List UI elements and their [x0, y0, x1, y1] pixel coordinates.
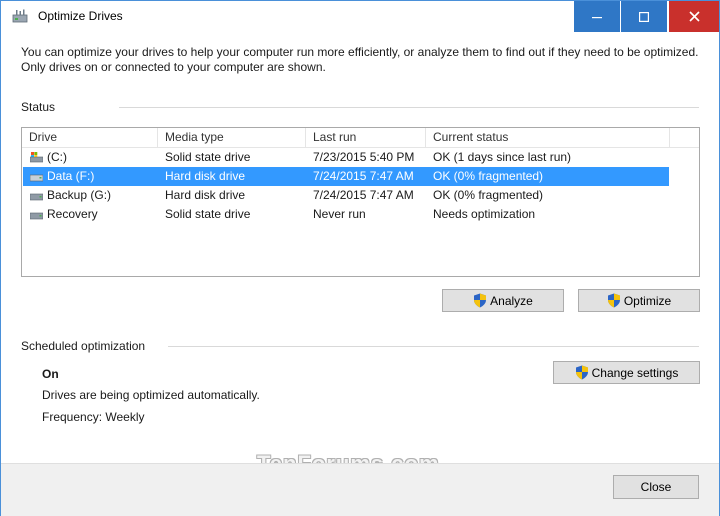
- optimize-drives-window: Optimize Drives You can optimize your dr…: [0, 0, 720, 516]
- window-title: Optimize Drives: [38, 9, 123, 23]
- change-settings-button-label: Change settings: [591, 365, 679, 380]
- column-header-media-type[interactable]: Media type: [158, 128, 306, 147]
- media-type: Hard disk drive: [165, 169, 246, 183]
- drive-row-c[interactable]: (C:) Solid state drive 7/23/2015 5:40 PM…: [23, 148, 669, 167]
- media-type: Hard disk drive: [165, 188, 246, 202]
- title-bar[interactable]: Optimize Drives: [1, 1, 719, 32]
- drives-list-header: Drive Media type Last run Current status: [22, 128, 699, 148]
- drive-name: Data (F:): [47, 169, 95, 183]
- drive-row-g[interactable]: Backup (G:) Hard disk drive 7/24/2015 7:…: [23, 186, 669, 205]
- drive-name: Recovery: [47, 207, 98, 221]
- optimize-button-label: Optimize: [623, 293, 672, 308]
- optimize-drives-app-icon: [12, 9, 28, 23]
- last-run: 7/23/2015 5:40 PM: [313, 150, 415, 164]
- column-header-last-run[interactable]: Last run: [306, 128, 426, 147]
- minimize-icon: [592, 16, 602, 18]
- column-header-drive[interactable]: Drive: [22, 128, 158, 147]
- change-settings-button[interactable]: Change settings: [553, 361, 700, 384]
- schedule-state: On: [42, 367, 59, 381]
- column-header-current-status[interactable]: Current status: [426, 128, 670, 147]
- current-status: OK (1 days since last run): [433, 150, 572, 164]
- current-status: OK (0% fragmented): [433, 169, 544, 183]
- current-status: Needs optimization: [433, 207, 536, 221]
- status-section-label: Status: [21, 100, 56, 114]
- close-icon: [688, 11, 700, 22]
- close-window-button[interactable]: [669, 1, 719, 32]
- media-type: Solid state drive: [165, 150, 251, 164]
- drive-name: (C:): [47, 150, 67, 164]
- system-drive-icon: [30, 152, 43, 163]
- drive-name: Backup (G:): [47, 188, 112, 202]
- shield-icon: [607, 293, 620, 308]
- media-type: Solid state drive: [165, 207, 251, 221]
- intro-text: You can optimize your drives to help you…: [21, 45, 699, 74]
- schedule-description: Drives are being optimized automatically…: [42, 388, 260, 402]
- drives-list[interactable]: Drive Media type Last run Current status…: [21, 127, 700, 277]
- last-run: 7/24/2015 7:47 AM: [313, 188, 414, 202]
- drive-row-recovery[interactable]: Recovery Solid state drive Never run Nee…: [23, 205, 669, 224]
- maximize-icon: [639, 11, 649, 22]
- last-run: 7/24/2015 7:47 AM: [313, 169, 414, 183]
- scheduled-section-divider: [168, 346, 699, 347]
- shield-icon: [575, 365, 588, 380]
- close-button-label: Close: [640, 480, 672, 494]
- drive-icon: [30, 174, 43, 182]
- drive-icon: [30, 193, 43, 201]
- dialog-footer: Close: [1, 463, 719, 516]
- current-status: OK (0% fragmented): [433, 188, 544, 202]
- drive-icon: [30, 212, 43, 220]
- drive-row-f[interactable]: Data (F:) Hard disk drive 7/24/2015 7:47…: [23, 167, 669, 186]
- minimize-button[interactable]: [574, 1, 620, 32]
- shield-icon: [474, 293, 487, 308]
- analyze-button-label: Analyze: [490, 293, 533, 308]
- status-section-divider: [119, 107, 699, 108]
- last-run: Never run: [313, 207, 366, 221]
- schedule-frequency: Frequency: Weekly: [42, 410, 145, 424]
- optimize-button[interactable]: Optimize: [578, 289, 700, 312]
- maximize-button[interactable]: [621, 1, 667, 32]
- close-button[interactable]: Close: [613, 475, 699, 499]
- analyze-button[interactable]: Analyze: [442, 289, 564, 312]
- scheduled-section-label: Scheduled optimization: [21, 339, 146, 353]
